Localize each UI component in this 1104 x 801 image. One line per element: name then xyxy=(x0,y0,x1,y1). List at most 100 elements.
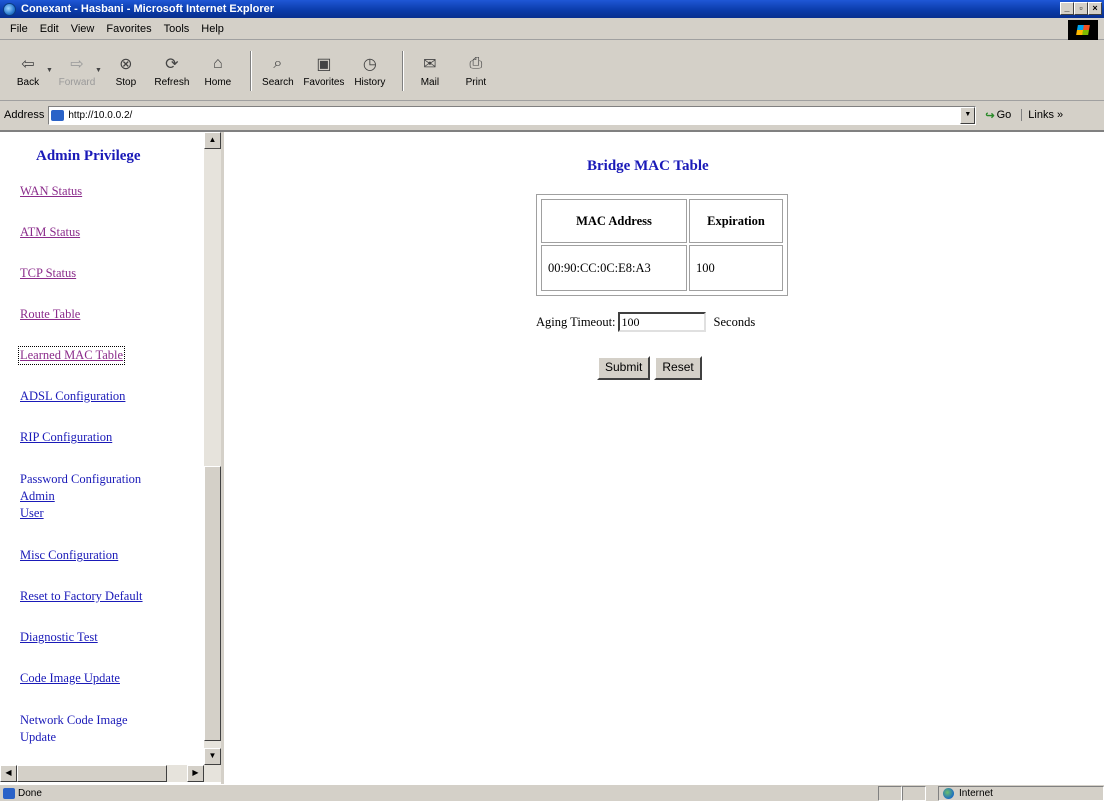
globe-icon xyxy=(943,788,954,799)
home-button[interactable]: ⌂ Home xyxy=(198,54,238,88)
scroll-up-icon[interactable]: ▲ xyxy=(204,132,221,149)
status-text: Done xyxy=(18,787,42,799)
forward-button[interactable]: ⇨ Forward xyxy=(57,54,97,88)
stop-icon: ⊗ xyxy=(119,55,133,73)
scroll-left-icon[interactable]: ◀ xyxy=(0,765,17,782)
admin-privilege-heading: Admin Privilege xyxy=(36,148,141,164)
nav-link-adsl-configuration[interactable]: ADSL Configuration xyxy=(20,389,204,404)
home-label: Home xyxy=(204,76,232,88)
search-label: Search xyxy=(262,76,294,88)
history-label: History xyxy=(354,76,386,88)
page-done-icon xyxy=(3,787,15,799)
menu-edit[interactable]: Edit xyxy=(34,23,65,35)
nav-link-diagnostic-test[interactable]: Diagnostic Test xyxy=(20,630,204,645)
horizontal-scroll-thumb[interactable] xyxy=(17,765,167,782)
stop-button[interactable]: ⊗ Stop xyxy=(106,54,146,88)
network-code-image-group: Network Code Image Update xyxy=(20,712,204,746)
scroll-down-icon[interactable]: ▼ xyxy=(204,748,221,765)
address-dropdown-button[interactable]: ▼ xyxy=(960,106,976,124)
password-configuration-group: Password Configuration Admin User xyxy=(20,471,204,522)
nav-active-wrapper: Learned MAC Table xyxy=(17,346,204,365)
scroll-right-icon[interactable]: ▶ xyxy=(187,765,204,782)
print-label: Print xyxy=(465,76,487,88)
favorites-button[interactable]: ▣ Favorites xyxy=(303,54,345,88)
mail-button[interactable]: ✉ Mail xyxy=(410,54,450,88)
aging-timeout-input[interactable]: 100 xyxy=(617,312,706,332)
links-button[interactable]: Links » xyxy=(1021,109,1063,121)
menu-help[interactable]: Help xyxy=(195,23,230,35)
maximize-button[interactable]: ▫ xyxy=(1074,2,1088,15)
refresh-button[interactable]: ⟳ Refresh xyxy=(152,54,192,88)
forward-dropdown-icon[interactable]: ▼ xyxy=(95,67,102,74)
favorites-label: Favorites xyxy=(303,76,345,88)
history-button[interactable]: ◷ History xyxy=(350,54,390,88)
back-label: Back xyxy=(16,76,40,88)
nav-link-admin[interactable]: Admin xyxy=(20,488,204,505)
table-header-row: MAC Address Expiration xyxy=(541,199,783,243)
nav-content: Admin Privilege WAN Status ATM Status TC… xyxy=(0,132,204,762)
nav-link-tcp-status[interactable]: TCP Status xyxy=(20,266,204,281)
search-button[interactable]: ⌕ Search xyxy=(258,54,298,88)
nav-link-route-table[interactable]: Route Table xyxy=(20,307,204,322)
forward-arrow-icon: ⇨ xyxy=(70,55,84,73)
network-code-image-label[interactable]: Network Code Image xyxy=(20,712,204,729)
network-code-image-update-label[interactable]: Update xyxy=(20,729,204,746)
zone-label: Internet xyxy=(959,788,993,799)
menu-view[interactable]: View xyxy=(65,23,101,35)
toolbar: ⇦ Back ▼ ⇨ Forward ▼ ⊗ Stop ⟳ Refresh ⌂ … xyxy=(0,41,1104,101)
refresh-icon: ⟳ xyxy=(165,55,179,73)
nav-link-atm-status[interactable]: ATM Status xyxy=(20,225,204,240)
window-title: Conexant - Hasbani - Microsoft Internet … xyxy=(21,3,275,15)
aging-timeout-row: Aging Timeout: 100 Seconds xyxy=(536,312,755,332)
stop-label: Stop xyxy=(115,76,137,88)
table-row: 00:90:CC:0C:E8:A3 100 xyxy=(541,245,783,291)
column-header-expiration: Expiration xyxy=(689,199,783,243)
home-icon: ⌂ xyxy=(213,54,223,72)
address-label: Address xyxy=(4,109,45,121)
mac-address-cell: 00:90:CC:0C:E8:A3 xyxy=(541,245,687,291)
minimize-button[interactable]: _ xyxy=(1060,2,1074,15)
forward-label: Forward xyxy=(58,76,96,88)
submit-button[interactable]: Submit xyxy=(597,356,651,380)
nav-link-reset-factory-default[interactable]: Reset to Factory Default xyxy=(20,589,204,604)
column-header-mac-address: MAC Address xyxy=(541,199,687,243)
status-pane xyxy=(902,786,926,801)
menu-file[interactable]: File xyxy=(4,23,34,35)
refresh-label: Refresh xyxy=(154,76,190,88)
nav-link-learned-mac-table[interactable]: Learned MAC Table xyxy=(17,346,126,365)
scroll-thumb[interactable] xyxy=(204,466,221,741)
main-frame: Bridge MAC Table MAC Address Expiration … xyxy=(227,132,1104,784)
toolbar-separator xyxy=(401,50,404,91)
nav-link-user[interactable]: User xyxy=(20,505,204,522)
aging-timeout-label: Aging Timeout: xyxy=(536,314,616,329)
back-button[interactable]: ⇦ Back xyxy=(8,54,48,88)
menu-favorites[interactable]: Favorites xyxy=(100,23,157,35)
print-button[interactable]: ⎙ Print xyxy=(456,54,496,88)
menu-tools[interactable]: Tools xyxy=(158,23,196,35)
address-input[interactable]: http://10.0.0.2/ xyxy=(48,105,977,125)
address-bar: Address http://10.0.0.2/ ▼ ↪ Go Links » xyxy=(0,103,1104,127)
back-dropdown-icon[interactable]: ▼ xyxy=(46,67,53,74)
nav-vertical-scrollbar[interactable]: ▲ ▼ xyxy=(204,132,221,765)
nav-link-code-image-update[interactable]: Code Image Update xyxy=(20,671,204,686)
go-arrow-icon: ↪ xyxy=(985,109,995,122)
go-label: Go xyxy=(996,109,1012,121)
content-area: Admin Privilege WAN Status ATM Status TC… xyxy=(0,130,1104,784)
search-icon: ⌕ xyxy=(273,54,283,72)
reset-button[interactable]: Reset xyxy=(654,356,702,380)
nav-link-wan-status[interactable]: WAN Status xyxy=(20,184,204,199)
aging-timeout-unit: Seconds xyxy=(713,314,756,329)
status-pane xyxy=(878,786,902,801)
page-icon xyxy=(51,109,65,121)
ie-logo-icon xyxy=(3,2,16,16)
printer-icon: ⎙ xyxy=(469,54,483,72)
close-button[interactable]: × xyxy=(1088,2,1102,15)
nav-link-misc-configuration[interactable]: Misc Configuration xyxy=(20,548,204,563)
go-button[interactable]: ↪ Go xyxy=(985,109,1011,122)
nav-horizontal-scrollbar[interactable]: ◀ ▶ xyxy=(0,765,221,782)
security-zone: Internet xyxy=(938,786,1104,801)
page-title: Bridge MAC Table xyxy=(587,158,709,174)
windows-logo-icon xyxy=(1068,20,1098,40)
form-buttons: Submit Reset xyxy=(597,356,702,380)
nav-link-rip-configuration[interactable]: RIP Configuration xyxy=(20,430,204,445)
